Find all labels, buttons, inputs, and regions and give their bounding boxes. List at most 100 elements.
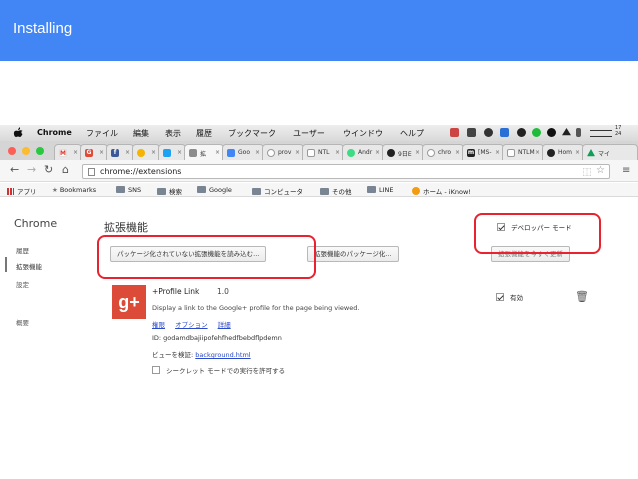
close-tab-icon[interactable]: × bbox=[575, 149, 580, 156]
tab-android[interactable]: Andr × bbox=[342, 144, 384, 160]
enabled-toggle[interactable]: 有効 bbox=[496, 292, 523, 302]
enabled-checkbox[interactable] bbox=[496, 293, 504, 301]
sidebar-item-extensions[interactable]: 拡張機能 bbox=[16, 261, 42, 271]
status-app-icon[interactable] bbox=[467, 128, 476, 137]
reload-icon[interactable]: ↻ bbox=[44, 164, 53, 176]
trash-icon[interactable]: 🗑 bbox=[575, 290, 589, 303]
gmail-icon: M bbox=[59, 149, 67, 157]
close-tab-icon[interactable]: × bbox=[99, 149, 104, 156]
menu-view[interactable]: 表示 bbox=[165, 128, 181, 139]
translate-icon[interactable]: ⿰ bbox=[583, 167, 591, 178]
pack-extension-button[interactable]: 拡張機能のパッケージ化... bbox=[307, 246, 399, 262]
close-tab-icon[interactable]: × bbox=[177, 149, 182, 156]
tab-twitter[interactable]: × bbox=[158, 144, 186, 160]
menu-history[interactable]: 履歴 bbox=[196, 128, 212, 139]
details-link[interactable]: 詳細 bbox=[218, 321, 231, 329]
sidebar-item-settings[interactable]: 設定 bbox=[16, 279, 29, 289]
menu-window[interactable]: ウインドウ bbox=[343, 128, 383, 139]
forward-icon[interactable]: → bbox=[27, 164, 36, 176]
tab-generic[interactable]: × bbox=[132, 144, 160, 160]
incognito-toggle[interactable]: シークレット モードでの実行を許可する bbox=[152, 365, 285, 375]
bookmark-folder-google[interactable]: Google bbox=[197, 186, 232, 194]
extension-name: +Profile Link bbox=[152, 287, 200, 296]
close-tab-icon[interactable]: × bbox=[415, 149, 420, 156]
menu-user[interactable]: ユーザー bbox=[293, 128, 325, 139]
minimize-window-icon[interactable] bbox=[22, 147, 30, 155]
tab-facebook[interactable]: f × bbox=[106, 144, 134, 160]
close-tab-icon[interactable]: × bbox=[215, 149, 220, 156]
bookmark-star-icon[interactable]: ☆ bbox=[596, 165, 605, 176]
close-tab-icon[interactable]: × bbox=[125, 149, 130, 156]
apple-icon[interactable] bbox=[13, 127, 23, 138]
close-tab-icon[interactable]: × bbox=[335, 149, 340, 156]
menu-help[interactable]: ヘルプ bbox=[400, 128, 424, 139]
bookmark-folder-computer[interactable]: コンピュータ bbox=[252, 186, 303, 196]
background-page-link[interactable]: background.html bbox=[195, 351, 250, 359]
bookmark-folder-other[interactable]: その他 bbox=[320, 186, 352, 196]
status-app-icon[interactable] bbox=[450, 128, 459, 137]
tab-9days[interactable]: 9日E × bbox=[382, 144, 424, 160]
close-tab-icon[interactable]: × bbox=[255, 149, 260, 156]
home-icon[interactable]: ⌂ bbox=[62, 164, 69, 176]
close-window-icon[interactable] bbox=[8, 147, 16, 155]
tab-label: prov bbox=[278, 149, 292, 156]
menu-edit[interactable]: 編集 bbox=[133, 128, 149, 139]
sidebar-item-about[interactable]: 概要 bbox=[16, 317, 29, 327]
extension-links: 権限 オプション 詳細 bbox=[152, 319, 239, 329]
bell-icon[interactable] bbox=[562, 128, 571, 136]
tab-gmail[interactable]: M × bbox=[54, 144, 82, 160]
tab-label: chro bbox=[438, 149, 452, 156]
facebook-icon: f bbox=[111, 149, 119, 157]
bookmark-folder-sns[interactable]: SNS bbox=[116, 186, 141, 194]
tab-ntlm-2[interactable]: NTLM × bbox=[502, 144, 544, 160]
tab-home[interactable]: Hom × bbox=[542, 144, 584, 160]
sidebar-item-history[interactable]: 履歴 bbox=[16, 245, 29, 255]
tab-google[interactable]: G × bbox=[80, 144, 108, 160]
bookmark-folder-search[interactable]: 検索 bbox=[157, 186, 182, 196]
dropbox-icon[interactable] bbox=[500, 128, 509, 137]
close-tab-icon[interactable]: × bbox=[495, 149, 500, 156]
url-text[interactable]: chrome://extensions bbox=[100, 167, 181, 176]
status-app-icon[interactable] bbox=[484, 128, 493, 137]
tab-ntlm[interactable]: NTL × bbox=[302, 144, 344, 160]
tab-extensions[interactable]: 拡 × bbox=[184, 144, 224, 160]
bookmark-bookmarks[interactable]: ★ Bookmarks bbox=[52, 186, 96, 194]
tab-chrome[interactable]: chro × bbox=[422, 144, 464, 160]
close-tab-icon[interactable]: × bbox=[455, 149, 460, 156]
bookmark-folder-line[interactable]: LINE bbox=[367, 186, 394, 194]
close-tab-icon[interactable]: × bbox=[535, 149, 540, 156]
clock: 17 24 bbox=[615, 125, 622, 137]
apps-bookmark[interactable]: アプリ bbox=[7, 186, 37, 196]
status-app-icon[interactable] bbox=[547, 128, 556, 137]
folder-icon bbox=[367, 186, 376, 193]
chrome-menu-icon[interactable]: ≡ bbox=[622, 165, 630, 176]
back-icon[interactable]: ← bbox=[10, 164, 19, 176]
menu-app-name[interactable]: Chrome bbox=[37, 128, 72, 137]
twitter-icon bbox=[163, 149, 171, 157]
close-tab-icon[interactable]: × bbox=[151, 149, 156, 156]
chrome-screenshot: Chrome ファイル 編集 表示 履歴 ブックマーク ユーザー ウインドウ ヘ… bbox=[0, 125, 638, 378]
android-icon bbox=[347, 149, 355, 157]
inspect-views: ビューを検証: background.html bbox=[152, 351, 251, 359]
status-app-icon[interactable] bbox=[517, 128, 526, 137]
bluetooth-icon[interactable] bbox=[576, 128, 581, 137]
tab-google-search[interactable]: Goo × bbox=[222, 144, 264, 160]
line-icon[interactable] bbox=[532, 128, 541, 137]
tab-ms[interactable]: m [MS- × bbox=[462, 144, 504, 160]
tab-my-drive[interactable]: マイ bbox=[582, 144, 638, 160]
close-tab-icon[interactable]: × bbox=[375, 149, 380, 156]
permissions-link[interactable]: 権限 bbox=[152, 321, 165, 329]
options-link[interactable]: オプション bbox=[175, 321, 208, 329]
menu-bookmarks[interactable]: ブックマーク bbox=[228, 128, 276, 139]
incognito-checkbox[interactable] bbox=[152, 366, 160, 374]
status-app-icon[interactable] bbox=[590, 130, 612, 137]
tab-prov[interactable]: prov × bbox=[262, 144, 304, 160]
close-tab-icon[interactable]: × bbox=[73, 149, 78, 156]
menu-file[interactable]: ファイル bbox=[86, 128, 118, 139]
github-icon bbox=[427, 149, 435, 157]
address-bar[interactable]: chrome://extensions ⿰ ☆ bbox=[82, 164, 610, 179]
zoom-window-icon[interactable] bbox=[36, 147, 44, 155]
close-tab-icon[interactable]: × bbox=[295, 149, 300, 156]
folder-icon bbox=[252, 188, 261, 195]
bookmark-iknow[interactable]: ホーム - iKnow! bbox=[412, 186, 471, 196]
